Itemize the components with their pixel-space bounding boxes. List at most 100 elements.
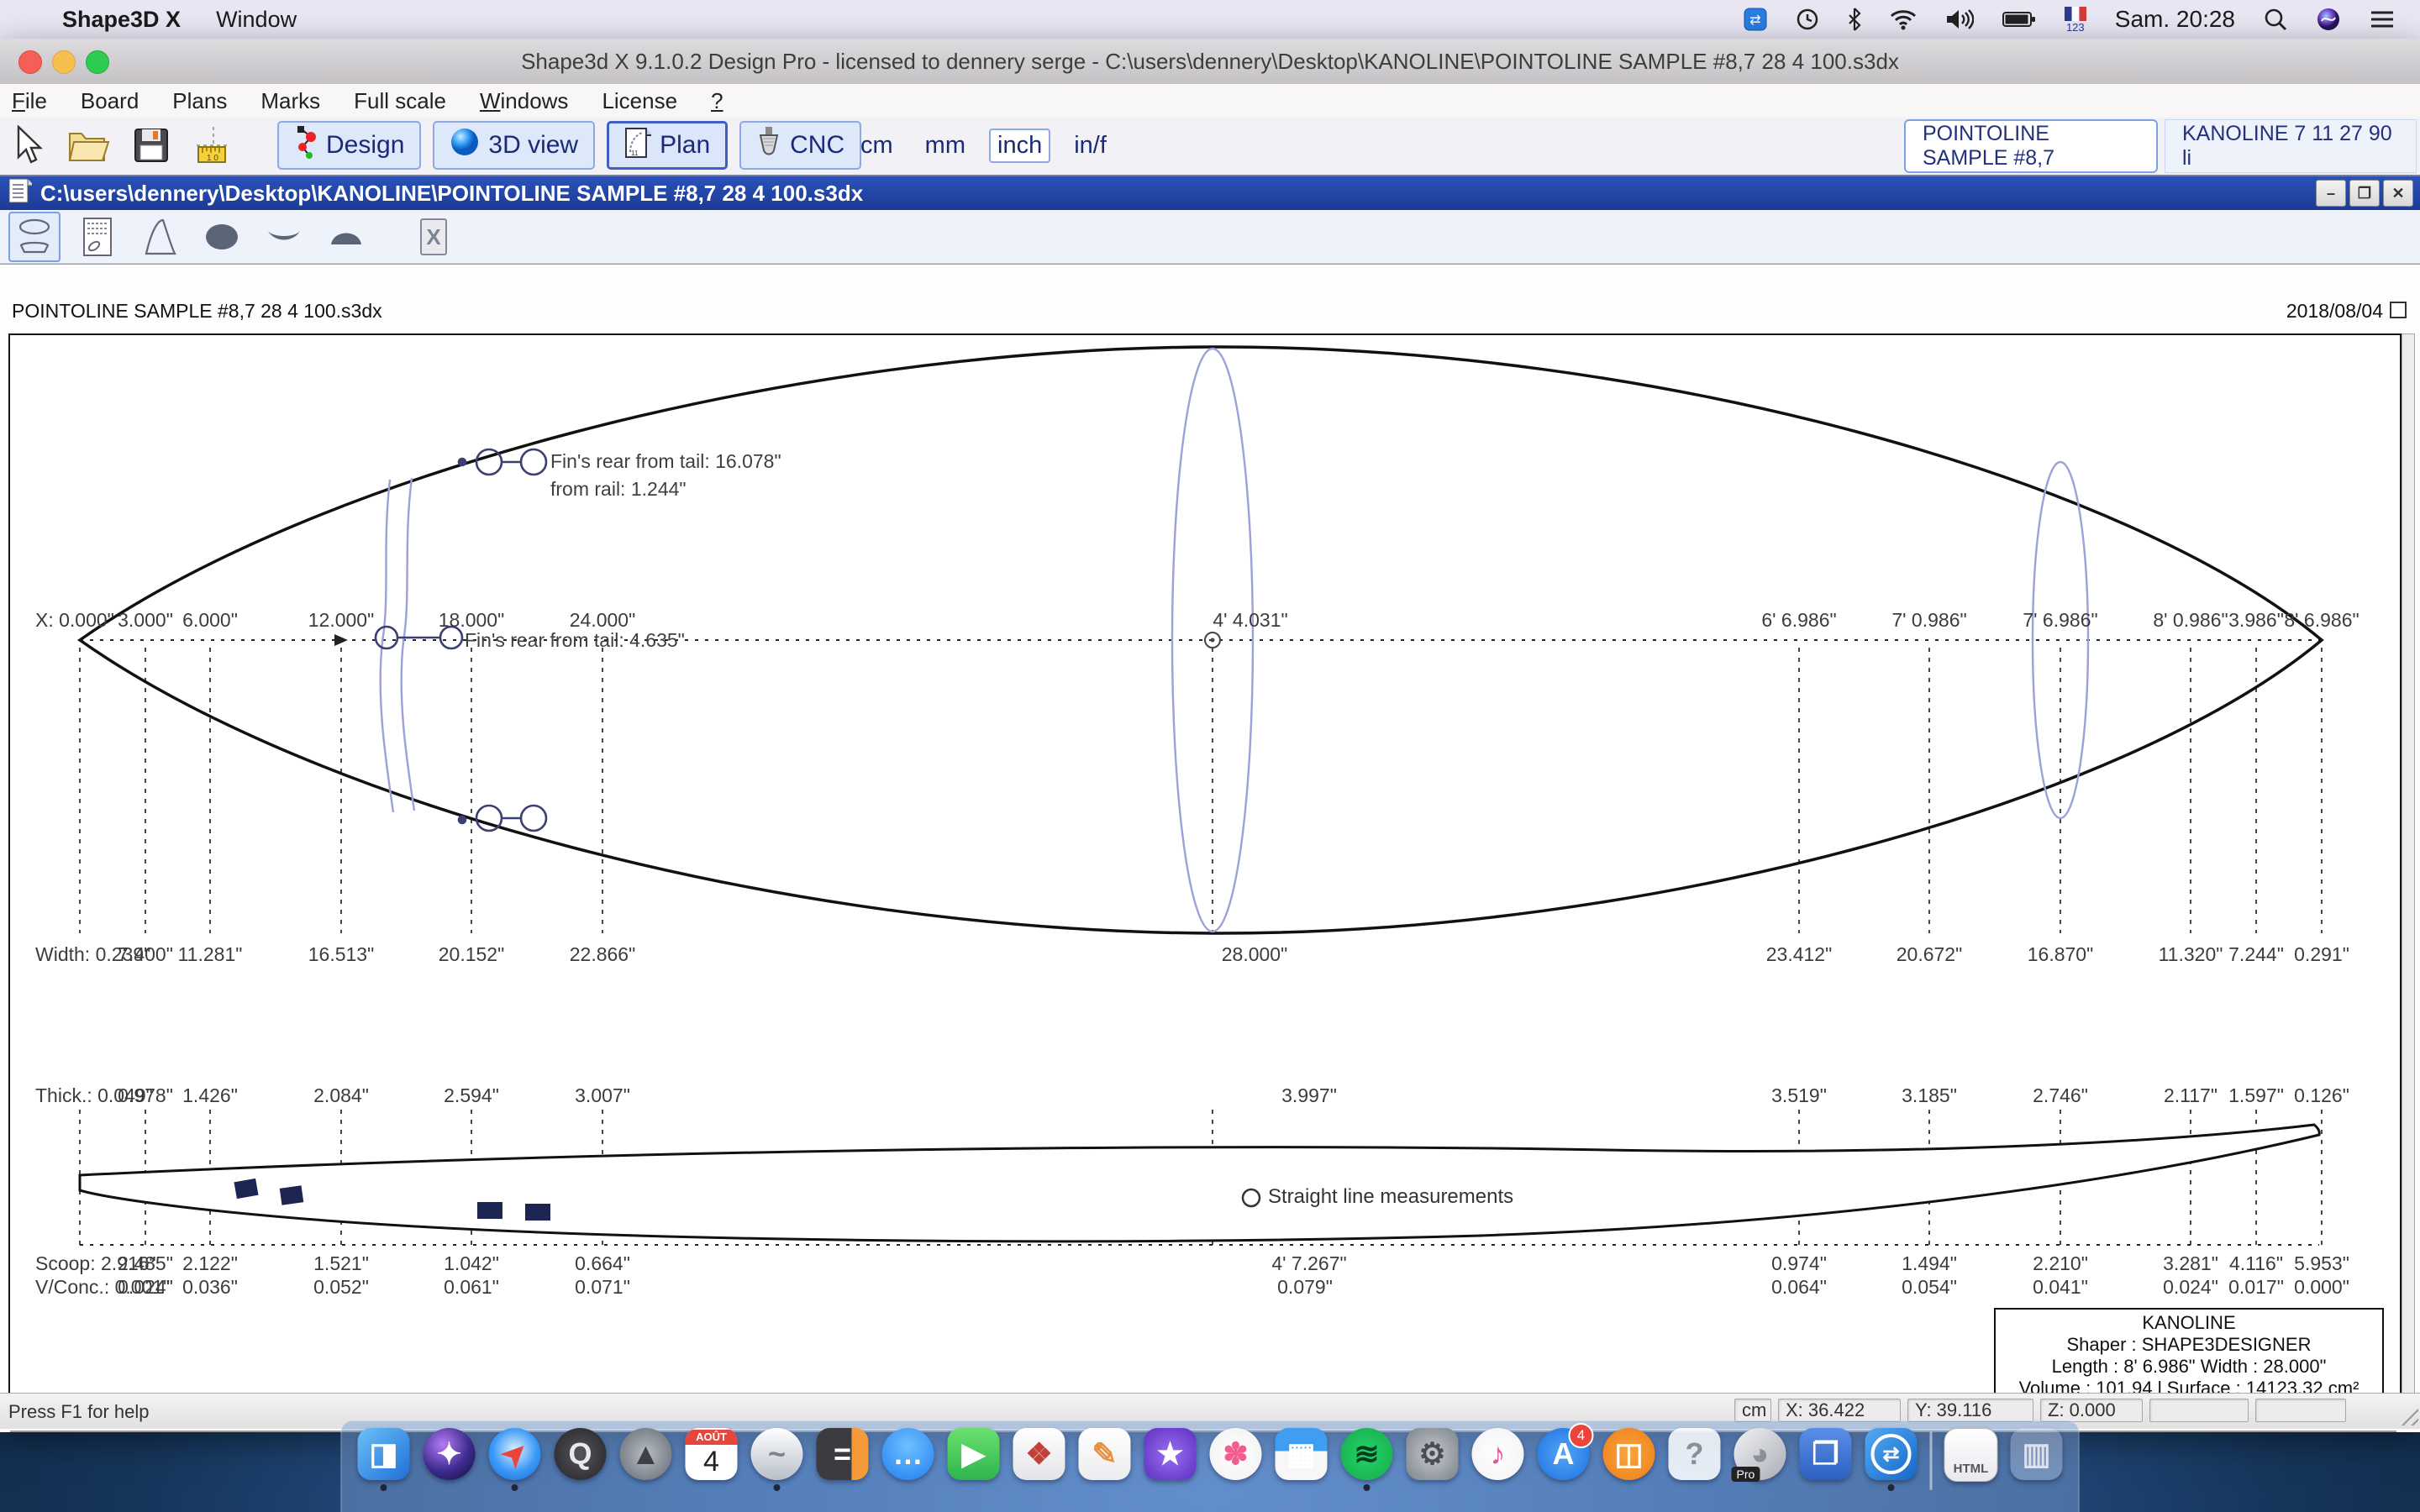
dock-item-system-preferences[interactable]: ⚙ (1406, 1428, 1460, 1494)
dock-item-facetime[interactable]: ▶ (947, 1428, 1001, 1494)
dock-item-app-store[interactable]: A4 (1537, 1428, 1591, 1494)
bluetooth-icon[interactable] (1848, 8, 1861, 31)
export-spreadsheet-icon[interactable]: X (408, 213, 459, 261)
menu-item-windows[interactable]: Windows (463, 88, 585, 114)
running-indicator-dot (1364, 1484, 1370, 1491)
dock-item-trash[interactable]: ▥ (2010, 1428, 2064, 1494)
board-drawing-canvas[interactable]: X: 0.000"3.000"6.000"12.000"18.000"24.00… (8, 333, 2402, 1404)
slice-bottom-icon[interactable] (259, 213, 309, 261)
slice-full-icon[interactable] (197, 213, 247, 261)
resize-grip[interactable] (2395, 1404, 2418, 1425)
dock-item-photos[interactable]: ✽ (1209, 1428, 1263, 1494)
vertical-scrollbar[interactable] (2402, 333, 2415, 1404)
dock-item-ibooks[interactable]: ◫ (1602, 1428, 1656, 1494)
finder-icon: ◨ (358, 1428, 410, 1480)
row-scoop-label-3: 1.521" (313, 1252, 369, 1275)
dock-item-launchpad[interactable]: ▲ (619, 1428, 673, 1494)
dock-item-finder[interactable]: ◨ (357, 1428, 411, 1494)
measurements-panel-icon[interactable] (72, 213, 123, 261)
dock-item-siri[interactable]: ✦ (423, 1428, 476, 1494)
menu-item-license[interactable]: License (585, 88, 694, 114)
row-width-label-9: 16.870" (2028, 943, 2094, 966)
running-indicator-dot (774, 1484, 781, 1491)
child-window-title: C:\users\dennery\Desktop\KANOLINE\POINTO… (40, 181, 863, 207)
dock-item-calculator[interactable]: = (816, 1428, 870, 1494)
unit-cm[interactable]: cm (852, 129, 902, 163)
menubar-clock[interactable]: Sam. 20:28 (2115, 6, 2235, 33)
plan-button-label: Plan (660, 131, 710, 160)
3d-view-button[interactable]: 3D view (433, 121, 595, 170)
slice-deck-icon[interactable] (321, 213, 371, 261)
child-window-controls: –❐✕ (2316, 180, 2413, 207)
tail-slice-curve[interactable] (381, 480, 393, 812)
save-file-icon[interactable] (129, 122, 173, 169)
teamviewer-menu-icon[interactable]: ⇄ (1744, 8, 1767, 31)
photo-booth-icon: ❖ (1013, 1428, 1065, 1480)
unit-mm[interactable]: mm (917, 129, 974, 163)
pointer-tool-icon[interactable] (5, 122, 49, 169)
wifi-icon[interactable] (1890, 8, 1917, 30)
dock-item-keynote[interactable]: ▦ (1275, 1428, 1328, 1494)
dock-item-messages[interactable]: … (881, 1428, 935, 1494)
dock-item-itunes[interactable]: ♪ (1471, 1428, 1525, 1494)
menu-item-full-scale[interactable]: Full scale (337, 88, 463, 114)
menu-item-window[interactable]: Window (216, 7, 297, 33)
dock-item-teamviewer[interactable]: ⇄ (1865, 1428, 1918, 1494)
model-tab-0[interactable]: POINTOLINE SAMPLE #8,7 (1904, 119, 2158, 173)
notification-center-icon[interactable] (2370, 9, 2395, 29)
dock-item-screen-sharing-app[interactable]: ❐ (1799, 1428, 1853, 1494)
dock-item-quicktime[interactable]: Q (554, 1428, 608, 1494)
siri-icon[interactable] (2316, 7, 2341, 32)
dock-item-imovie[interactable]: ★ (1144, 1428, 1197, 1494)
unit-in-f[interactable]: in/f (1065, 129, 1115, 163)
tail-slice-curve-2[interactable] (402, 478, 414, 811)
open-file-icon[interactable] (67, 122, 111, 169)
menu-item--[interactable]: ? (694, 88, 739, 114)
dock-item-calendar[interactable]: AOÛT4 (685, 1428, 739, 1494)
menu-item-plans[interactable]: Plans (155, 88, 244, 114)
time-machine-icon[interactable] (1796, 8, 1819, 31)
spotlight-search-icon[interactable] (2264, 8, 2287, 31)
3d-view-button-label: 3D view (488, 131, 578, 160)
dock-item-shape3d-wave[interactable]: ~ (750, 1428, 804, 1494)
dock-item-help[interactable]: ? (1668, 1428, 1722, 1494)
status-z-cell: Z: 0.000 (2040, 1399, 2143, 1422)
row-x-label-9: 7' 6.986" (2023, 609, 2097, 632)
status-empty-cell-2 (2255, 1399, 2346, 1422)
dock-item-html-file[interactable]: HTML (1944, 1428, 1998, 1494)
row-x-label-11: 3.986" (2228, 609, 2284, 632)
volume-icon[interactable] (1945, 8, 1974, 30)
design-button[interactable]: Design (277, 121, 421, 170)
ruler-tool-icon[interactable]: 1 0 (192, 122, 235, 169)
plan-button[interactable]: 11Plan (607, 121, 728, 170)
notification-badge: 4 (1569, 1423, 1594, 1448)
keyboard-layout-flag-icon[interactable]: 123 (2065, 7, 2086, 33)
outline-view-tool-icon[interactable] (8, 212, 60, 262)
menu-item-board[interactable]: Board (64, 88, 155, 114)
menu-item-file[interactable]: File (0, 88, 64, 114)
dock-item-photo-booth[interactable]: ❖ (1013, 1428, 1066, 1494)
window-titlebar[interactable]: Shape3d X 9.1.0.2 Design Pro - licensed … (0, 39, 2420, 85)
cnc-button[interactable]: CNC (739, 121, 861, 170)
dock-item-safari[interactable]: ➤ (488, 1428, 542, 1494)
board-profile-outline[interactable] (80, 1125, 2319, 1242)
child-window-titlebar[interactable]: C:\users\dennery\Desktop\KANOLINE\POINTO… (0, 176, 2420, 210)
child-minimize-button[interactable]: – (2316, 180, 2346, 207)
unit-inch[interactable]: inch (989, 129, 1050, 163)
nose-slice-curve[interactable] (2033, 462, 2088, 818)
active-app-name[interactable]: Shape3D X (62, 7, 181, 33)
model-tab-1[interactable]: KANOLINE 7 11 27 90 li (2165, 119, 2417, 173)
dock-item-spotify[interactable]: ≋ (1340, 1428, 1394, 1494)
finder-glyph: ◨ (369, 1436, 397, 1472)
row-width-label-4: 20.152" (439, 943, 505, 966)
foil-view-icon[interactable] (134, 213, 185, 261)
dock-item-pages[interactable]: ✎ (1078, 1428, 1132, 1494)
child-restore-button[interactable]: ❐ (2349, 180, 2380, 207)
menu-item-marks[interactable]: Marks (244, 88, 337, 114)
messages-glyph: … (893, 1436, 923, 1472)
photos-glyph: ✽ (1223, 1436, 1248, 1472)
dock-item-google-earth-pro[interactable]: ◕Pro (1733, 1428, 1787, 1494)
child-close-button[interactable]: ✕ (2383, 180, 2413, 207)
row-width-label-10: 11.320" (2159, 943, 2223, 966)
battery-icon[interactable] (2002, 10, 2036, 29)
